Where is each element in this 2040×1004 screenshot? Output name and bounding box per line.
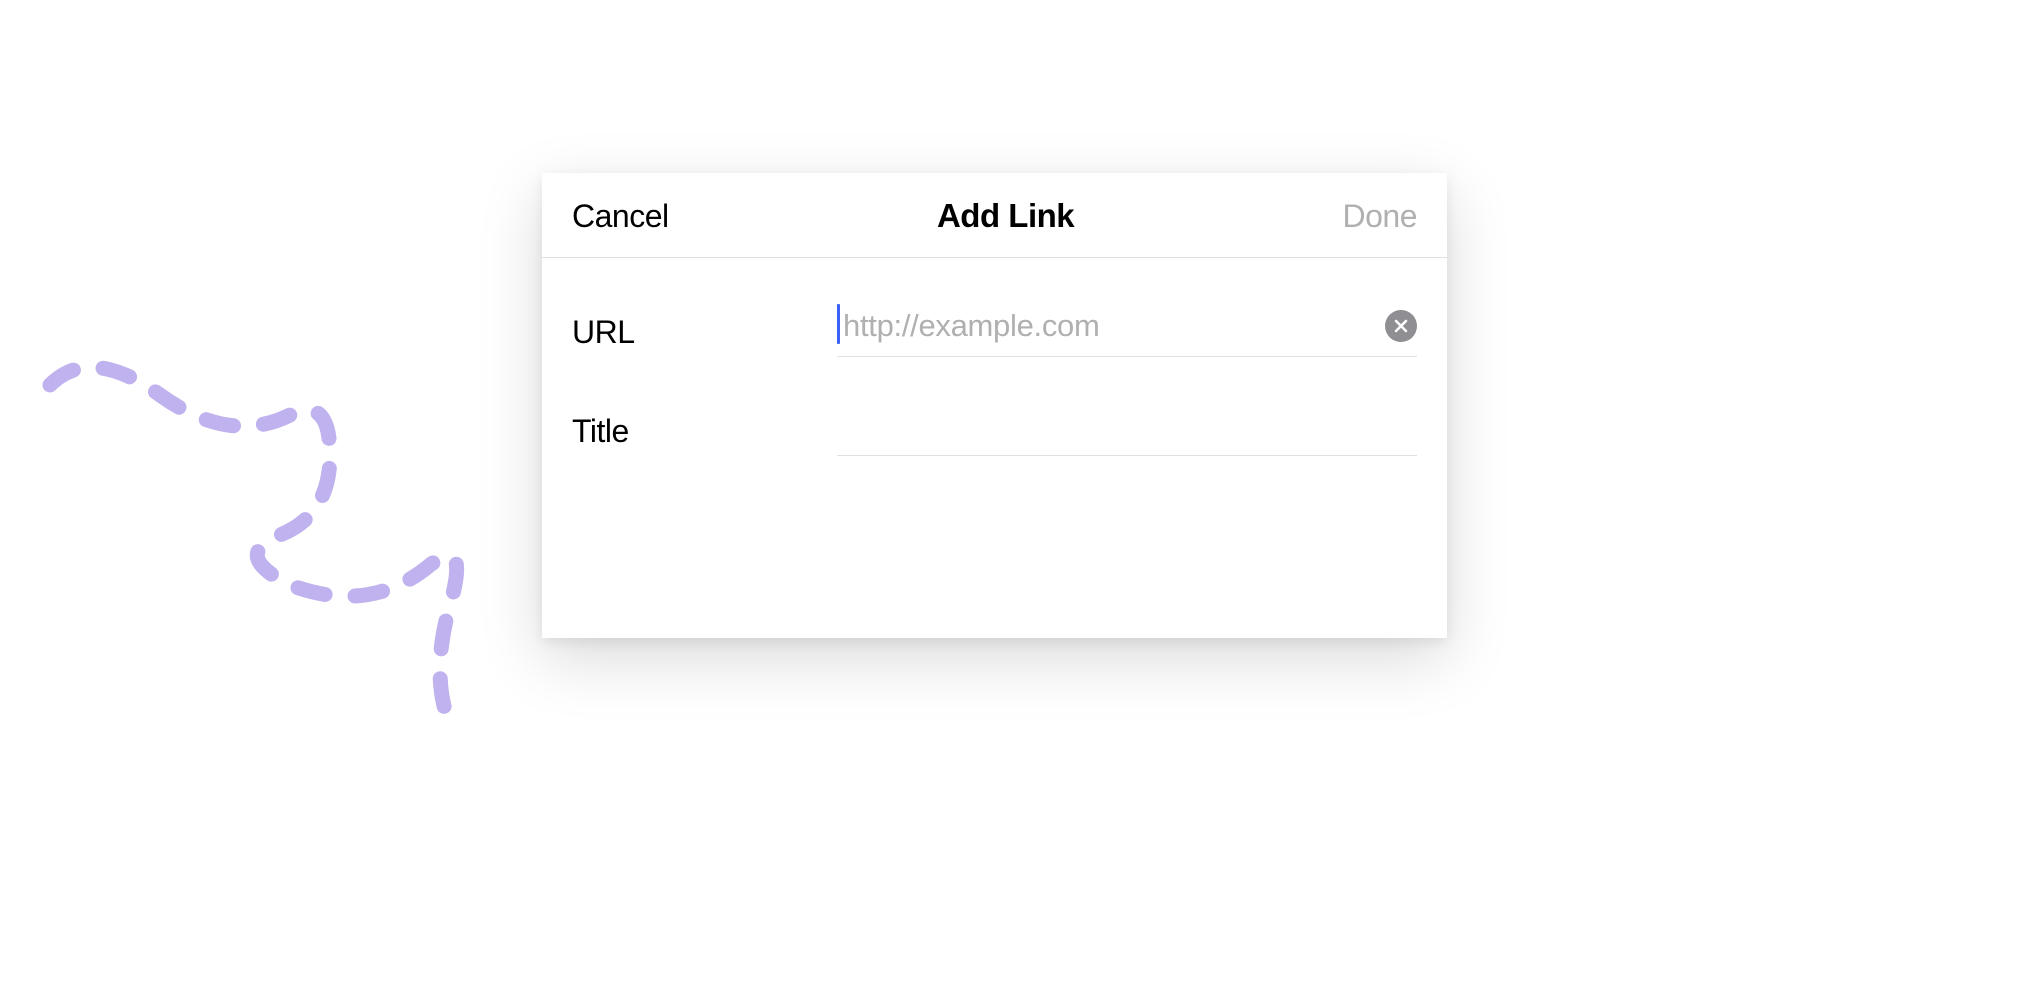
url-input[interactable]	[837, 308, 1377, 344]
close-icon	[1394, 319, 1408, 333]
url-field-row: URL	[572, 258, 1417, 357]
url-label: URL	[572, 314, 837, 351]
url-input-wrapper	[837, 308, 1417, 357]
title-input-wrapper	[837, 407, 1417, 456]
clear-url-button[interactable]	[1385, 310, 1417, 342]
modal-title: Add Link	[937, 197, 1074, 235]
cancel-button[interactable]: Cancel	[572, 198, 669, 235]
add-link-modal: Cancel Add Link Done URL Title	[542, 173, 1447, 638]
modal-body: URL Title	[542, 258, 1447, 456]
text-cursor	[837, 304, 840, 344]
title-label: Title	[572, 413, 837, 450]
decorative-squiggle	[30, 355, 510, 755]
title-field-row: Title	[572, 357, 1417, 456]
modal-header: Cancel Add Link Done	[542, 173, 1447, 258]
title-input[interactable]	[837, 407, 1417, 443]
done-button[interactable]: Done	[1342, 198, 1417, 235]
